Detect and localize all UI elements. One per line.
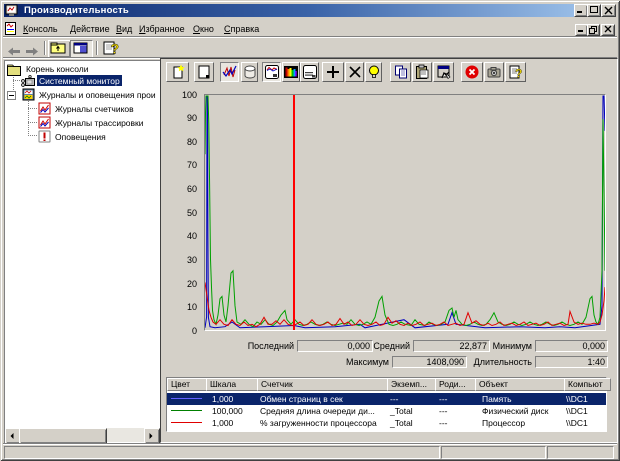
svg-text:?: ? <box>515 67 522 81</box>
svg-text:?: ? <box>111 41 120 57</box>
